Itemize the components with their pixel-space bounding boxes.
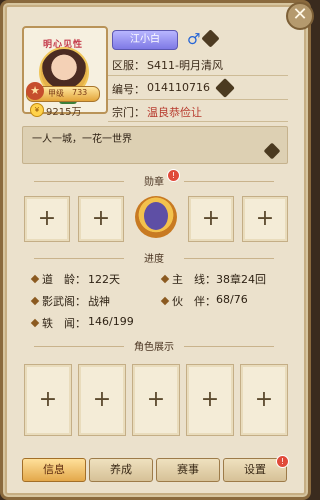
gender-male-icon: ♂ [187, 30, 201, 48]
rank-icon: ★ [26, 82, 44, 100]
medal-portrait [144, 202, 168, 230]
divider [108, 75, 288, 76]
gold-icon: ¥ [30, 103, 44, 117]
motto-text: 一人一城，一花一世界 [32, 134, 132, 145]
stat-value: 122天 [88, 273, 120, 286]
character-slot[interactable]: + [78, 364, 126, 436]
character-showcase-header: 角色展示 [24, 338, 284, 354]
progress-header: 进度 [24, 250, 284, 266]
divider [108, 121, 288, 122]
plus-icon: + [254, 387, 274, 412]
stat-label: 道 龄： [42, 273, 86, 286]
tab-develop[interactable]: 养成 [89, 458, 153, 482]
plus-icon: + [38, 387, 58, 412]
plus-icon: + [200, 387, 220, 412]
server-label: 区服： [112, 59, 145, 72]
character-slot[interactable]: + [186, 364, 234, 436]
medal-slot[interactable]: + [78, 196, 124, 242]
tab-info[interactable]: 信息 [22, 458, 86, 482]
character-slot[interactable]: + [240, 364, 288, 436]
settings-alert-badge: ! [276, 455, 289, 468]
character-slot[interactable]: + [132, 364, 180, 436]
player-name: 江小白 [112, 30, 178, 50]
rank-value: 733 [72, 88, 88, 97]
medals-alert-badge: ! [167, 169, 180, 182]
server-value: S411-明月清风 [147, 59, 223, 72]
medal-slot[interactable]: + [188, 196, 234, 242]
stat-label: 主 线： [172, 273, 216, 286]
medals-header: 勋章 [24, 173, 284, 189]
plus-icon: + [201, 206, 221, 231]
medal-slot[interactable]: + [242, 196, 288, 242]
plus-icon: + [255, 206, 275, 231]
stat-value: 38章24回 [216, 273, 266, 286]
id-value: 014110716 [147, 81, 210, 94]
stat-value: 战神 [88, 295, 110, 308]
rank-label: 甲级 [48, 89, 64, 98]
close-icon[interactable]: ✕ [286, 2, 314, 30]
medal-slot[interactable]: + [24, 196, 70, 242]
tab-events[interactable]: 赛事 [156, 458, 220, 482]
plus-icon: + [92, 387, 112, 412]
stat-label: 轶 闻： [42, 317, 86, 330]
stat-label: 伙 伴： [172, 295, 216, 308]
id-label: 编号： [112, 83, 145, 96]
sect-value[interactable]: 温良恭俭让 [147, 104, 202, 120]
sect-label: 宗门： [112, 106, 145, 119]
plus-icon: + [91, 206, 111, 231]
plus-icon: + [37, 206, 57, 231]
stat-value: 146/199 [88, 315, 134, 328]
plus-icon: + [146, 387, 166, 412]
character-slot[interactable]: + [24, 364, 72, 436]
stat-label: 影武阁： [42, 295, 86, 308]
stat-value: 68/76 [216, 293, 248, 306]
divider [108, 99, 288, 100]
gold-amount: 9215万 [46, 107, 82, 118]
